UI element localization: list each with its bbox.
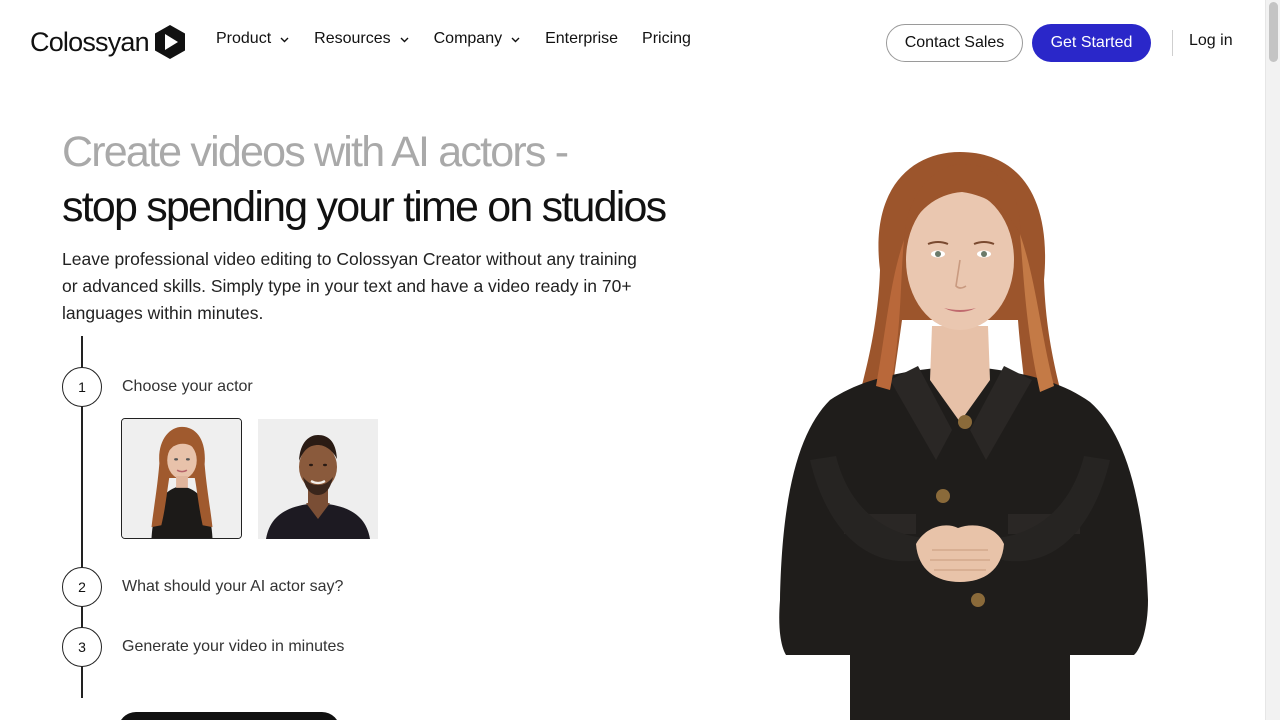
logo-play-icon [154, 25, 185, 59]
contact-sales-button[interactable]: Contact Sales [886, 24, 1023, 62]
scrollbar-thumb[interactable] [1269, 2, 1278, 62]
step-number-3: 3 [62, 627, 102, 667]
logo-wordmark: Colossyan [30, 26, 150, 57]
step-label-generate[interactable]: Generate your video in minutes [122, 638, 344, 656]
chevron-down-icon [280, 37, 289, 42]
nav-item-label: Pricing [642, 30, 691, 47]
site-header: Colossyan Product Resources Company Ente… [0, 0, 1265, 86]
nav-item-enterprise[interactable]: Enterprise [545, 30, 618, 48]
header-divider [1172, 30, 1173, 56]
nav-item-label: Enterprise [545, 30, 619, 47]
hero-description: Leave professional video editing to Colo… [62, 249, 637, 323]
actor-card-man[interactable] [258, 419, 378, 539]
logo[interactable]: Colossyan [30, 22, 185, 62]
primary-cta-button[interactable] [118, 712, 340, 720]
nav-item-label: Product [216, 30, 272, 47]
chevron-down-icon [511, 37, 520, 42]
page-scrollbar[interactable] [1265, 0, 1280, 720]
actor-man-thumbnail [258, 419, 378, 539]
ai-presenter-image [740, 130, 1180, 720]
nav-item-product[interactable]: Product [216, 30, 290, 48]
login-link[interactable]: Log in [1189, 32, 1233, 50]
nav-item-label: Resources [314, 30, 391, 47]
presenter-woman-illustration [779, 152, 1148, 720]
headline-line-1: Create videos with AI actors - [62, 128, 569, 176]
nav-item-label: Company [433, 30, 503, 47]
chevron-down-icon [400, 37, 409, 42]
nav-item-pricing[interactable]: Pricing [642, 30, 691, 48]
step-number-2: 2 [62, 567, 102, 607]
step-label-actor-say[interactable]: What should your AI actor say? [122, 578, 343, 596]
nav-item-resources[interactable]: Resources [314, 30, 409, 48]
main-nav: Product Resources Company Enterprise Pri… [216, 30, 715, 48]
headline-line-2: stop spending your time on studios [62, 183, 667, 231]
actor-card-woman[interactable] [121, 418, 242, 539]
nav-item-company[interactable]: Company [434, 30, 521, 48]
step-label-choose-actor[interactable]: Choose your actor [122, 378, 253, 396]
step-number-1: 1 [62, 367, 102, 407]
actor-woman-thumbnail [122, 419, 241, 538]
get-started-button[interactable]: Get Started [1032, 24, 1151, 62]
